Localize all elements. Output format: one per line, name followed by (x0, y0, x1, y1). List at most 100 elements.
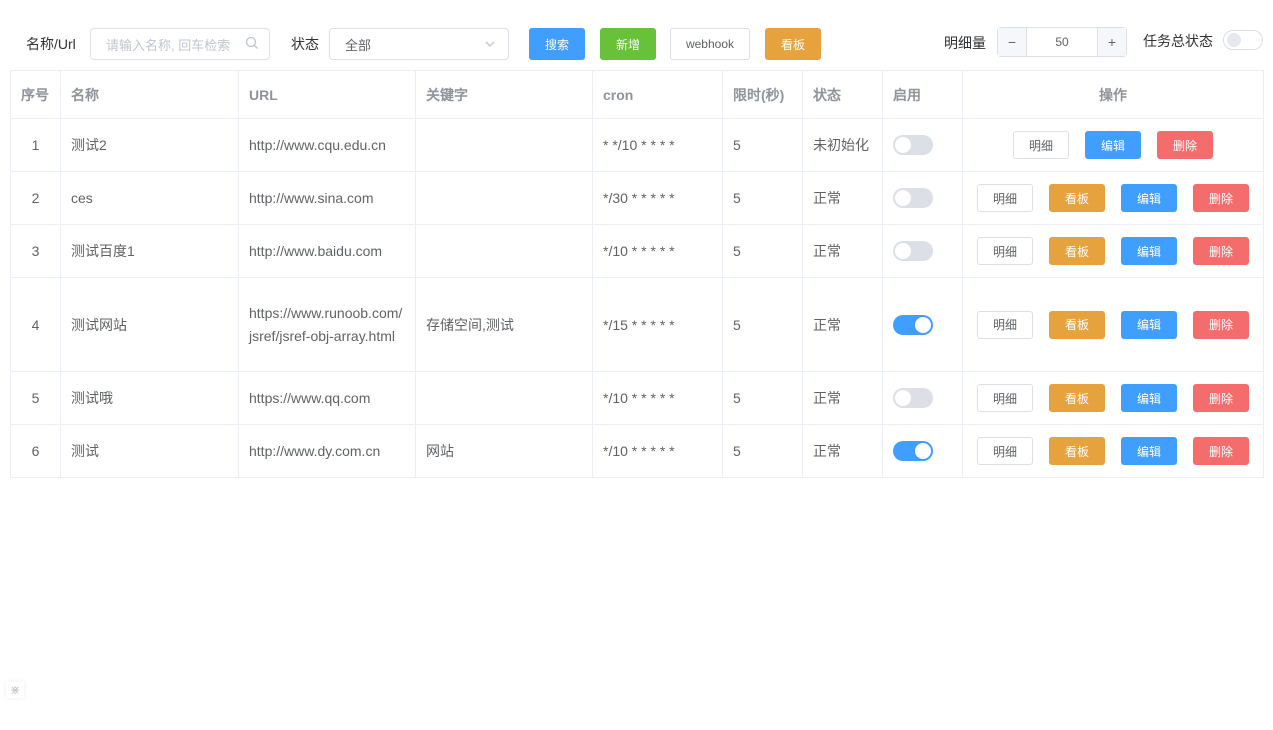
cell-actions: 明细 看板 编辑 删除 (962, 171, 1264, 225)
cell-keywords (415, 371, 593, 425)
enabled-switch[interactable] (893, 188, 933, 208)
cell-status: 正常 (802, 371, 883, 425)
col-header-actions: 操作 (962, 70, 1264, 119)
board-button[interactable]: 看板 (1049, 310, 1105, 339)
enabled-switch[interactable] (893, 241, 933, 261)
detail-button[interactable]: 明细 (977, 437, 1033, 465)
cell-url: http://www.dy.com.cn (238, 424, 416, 478)
col-header-status: 状态 (802, 70, 883, 119)
edit-button[interactable]: 编辑 (1121, 384, 1177, 412)
cell-timeout: 5 (722, 424, 803, 478)
switch-knob (895, 390, 911, 406)
cell-actions: 明细 看板 编辑 删除 (962, 224, 1264, 278)
delete-button[interactable]: 删除 (1193, 237, 1249, 265)
col-header-keywords: 关键字 (415, 70, 593, 119)
cell-keywords (415, 118, 593, 172)
cell-status: 未初始化 (802, 118, 883, 172)
cell-keywords (415, 171, 593, 225)
status-select[interactable]: 全部 (329, 28, 509, 60)
col-header-url: URL (238, 70, 416, 119)
table-row: 3 测试百度1 http://www.baidu.com */10 * * * * *… (10, 224, 1264, 278)
detail-count-input[interactable]: 50 (1027, 28, 1097, 56)
cell-keywords: 网站 (415, 424, 593, 478)
detail-button[interactable]: 明细 (977, 310, 1033, 339)
search-placeholder: 请输入名称, 回车检索 (106, 37, 231, 53)
row-actions: 明细 看板 编辑 删除 (973, 384, 1253, 412)
cell-index: 4 (10, 277, 61, 372)
cell-timeout: 5 (722, 277, 803, 372)
decrease-button[interactable]: − (998, 28, 1027, 56)
cell-enabled (882, 424, 963, 478)
search-icon (245, 36, 259, 53)
enabled-switch[interactable] (893, 441, 933, 461)
board-button[interactable]: 看板 (1049, 437, 1105, 465)
add-button[interactable]: 新增 (600, 28, 656, 60)
delete-button[interactable]: 删除 (1193, 184, 1249, 212)
resize-handle-icon[interactable]: ⋇ (6, 682, 24, 698)
cell-index: 2 (10, 171, 61, 225)
cell-name: 测试网站 (60, 277, 239, 372)
table-row: 6 测试 http://www.dy.com.cn 网站 */10 * * * * * 5… (10, 424, 1264, 478)
edit-button[interactable]: 编辑 (1121, 437, 1177, 465)
delete-button[interactable]: 删除 (1193, 437, 1249, 465)
board-button[interactable]: 看板 (765, 28, 821, 60)
webhook-button[interactable]: webhook (670, 28, 750, 60)
cell-url: http://www.baidu.com (238, 224, 416, 278)
switch-knob (895, 190, 911, 206)
switch-knob (915, 316, 931, 333)
cell-index: 5 (10, 371, 61, 425)
edit-button[interactable]: 编辑 (1121, 310, 1177, 339)
cell-cron: */15 * * * * * (592, 277, 723, 372)
enabled-switch[interactable] (893, 388, 933, 408)
detail-button[interactable]: 明细 (977, 184, 1033, 212)
task-status-switch[interactable] (1223, 30, 1263, 50)
cell-keywords: 存储空间,测试 (415, 277, 593, 372)
cell-name: 测试哦 (60, 371, 239, 425)
cell-index: 3 (10, 224, 61, 278)
cell-status: 正常 (802, 171, 883, 225)
col-header-name: 名称 (60, 70, 239, 119)
cell-url: http://www.cqu.edu.cn (238, 118, 416, 172)
cell-name: 测试2 (60, 118, 239, 172)
cell-actions: 明细 看板 编辑 删除 (962, 277, 1264, 372)
cell-enabled (882, 371, 963, 425)
increase-button[interactable]: + (1097, 28, 1126, 56)
detail-button[interactable]: 明细 (977, 384, 1033, 412)
cell-enabled (882, 118, 963, 172)
edit-button[interactable]: 编辑 (1085, 131, 1141, 159)
search-button[interactable]: 搜索 (529, 28, 585, 60)
search-label: 名称/Url (26, 36, 76, 52)
status-label: 状态 (291, 36, 319, 52)
search-input[interactable]: 请输入名称, 回车检索 (90, 28, 270, 60)
table-body: 1 测试2 http://www.cqu.edu.cn * */10 * * * * 5… (10, 118, 1264, 478)
cell-status: 正常 (802, 424, 883, 478)
cell-enabled (882, 171, 963, 225)
detail-count-stepper: − 50 + (997, 27, 1127, 57)
delete-button[interactable]: 删除 (1193, 310, 1249, 339)
detail-count-label: 明细量 (944, 35, 986, 51)
switch-knob (895, 137, 911, 153)
status-select-value: 全部 (345, 37, 372, 53)
edit-button[interactable]: 编辑 (1121, 237, 1177, 265)
detail-button[interactable]: 明细 (1013, 131, 1069, 159)
switch-knob (915, 443, 931, 459)
board-button[interactable]: 看板 (1049, 237, 1105, 265)
task-table: 序号 名称 URL 关键字 cron 限时(秒) 状态 启用 操作 1 测试2 ht… (10, 70, 1264, 478)
board-button[interactable]: 看板 (1049, 184, 1105, 212)
enabled-switch[interactable] (893, 135, 933, 155)
table-header-row: 序号 名称 URL 关键字 cron 限时(秒) 状态 启用 操作 (10, 70, 1264, 119)
detail-button[interactable]: 明细 (977, 237, 1033, 265)
cell-cron: */30 * * * * * (592, 171, 723, 225)
cell-cron: */10 * * * * * (592, 371, 723, 425)
delete-button[interactable]: 删除 (1157, 131, 1213, 159)
col-header-cron: cron (592, 70, 723, 119)
table-row: 5 测试哦 https://www.qq.com */10 * * * * * 5 正常明… (10, 371, 1264, 425)
delete-button[interactable]: 删除 (1193, 384, 1249, 412)
board-button[interactable]: 看板 (1049, 384, 1105, 412)
cell-name: 测试百度1 (60, 224, 239, 278)
row-actions: 明细 看板 编辑 删除 (973, 184, 1253, 212)
col-header-index: 序号 (10, 70, 61, 119)
enabled-switch[interactable] (893, 314, 933, 335)
edit-button[interactable]: 编辑 (1121, 184, 1177, 212)
cell-timeout: 5 (722, 371, 803, 425)
